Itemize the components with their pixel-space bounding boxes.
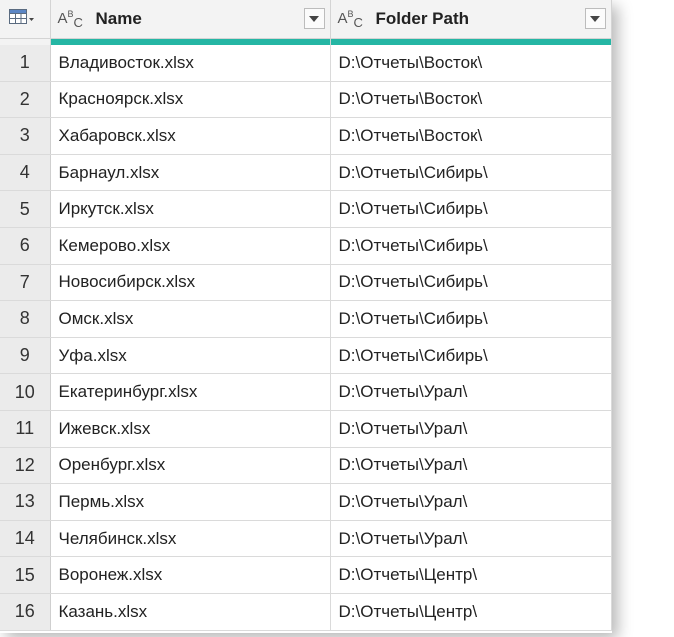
table-row[interactable]: 11 Ижевск.xlsx D:\Отчеты\Урал\ [0,410,612,448]
cell-folder-path[interactable]: D:\Отчеты\Урал\ [330,373,612,411]
query-preview-grid: ABC Name ABC Folder Path 1 Владивосток.x… [0,0,612,633]
table-row[interactable]: 9 Уфа.xlsx D:\Отчеты\Сибирь\ [0,337,612,375]
cell-name[interactable]: Новосибирск.xlsx [50,264,331,302]
cell-name[interactable]: Хабаровск.xlsx [50,117,331,155]
column-header-folder-path[interactable]: ABC Folder Path [330,0,612,39]
cell-folder-path[interactable]: D:\Отчеты\Сибирь\ [330,190,612,228]
cell-name[interactable]: Ижевск.xlsx [50,410,331,448]
cell-folder-path[interactable]: D:\Отчеты\Сибирь\ [330,227,612,265]
row-number[interactable]: 3 [0,117,51,155]
cell-folder-path[interactable]: D:\Отчеты\Урал\ [330,410,612,448]
row-number[interactable]: 9 [0,337,51,375]
row-number[interactable]: 7 [0,264,51,302]
column-filter-dropdown-name[interactable] [303,8,325,29]
cell-folder-path[interactable]: D:\Отчеты\Восток\ [330,81,612,119]
cell-folder-path[interactable]: D:\Отчеты\Урал\ [330,483,612,521]
table-row[interactable]: 3 Хабаровск.xlsx D:\Отчеты\Восток\ [0,117,612,155]
text-type-icon: ABC [57,8,83,30]
cell-name[interactable]: Воронеж.xlsx [50,556,331,594]
table-row[interactable]: 2 Красноярск.xlsx D:\Отчеты\Восток\ [0,81,612,119]
chevron-down-icon [309,15,319,22]
table-row[interactable]: 6 Кемерово.xlsx D:\Отчеты\Сибирь\ [0,227,612,265]
row-number[interactable]: 2 [0,81,51,119]
cell-name[interactable]: Пермь.xlsx [50,483,331,521]
table-row[interactable]: 5 Иркутск.xlsx D:\Отчеты\Сибирь\ [0,190,612,228]
column-label-name: Name [95,9,142,28]
table-row[interactable]: 16 Казань.xlsx D:\Отчеты\Центр\ [0,593,612,631]
cell-name[interactable]: Екатеринбург.xlsx [50,373,331,411]
cell-name[interactable]: Барнаул.xlsx [50,154,331,192]
table-row[interactable]: 12 Оренбург.xlsx D:\Отчеты\Урал\ [0,447,612,485]
cell-name[interactable]: Красноярск.xlsx [50,81,331,119]
cell-folder-path[interactable]: D:\Отчеты\Восток\ [330,45,612,82]
row-number[interactable]: 12 [0,447,51,485]
text-type-icon: ABC [337,8,363,30]
cell-folder-path[interactable]: D:\Отчеты\Центр\ [330,593,612,631]
row-number[interactable]: 15 [0,556,51,594]
row-number[interactable]: 1 [0,45,51,82]
row-number[interactable]: 13 [0,483,51,521]
table-row[interactable]: 14 Челябинск.xlsx D:\Отчеты\Урал\ [0,520,612,558]
cell-folder-path[interactable]: D:\Отчеты\Центр\ [330,556,612,594]
table-row[interactable]: 4 Барнаул.xlsx D:\Отчеты\Сибирь\ [0,154,612,192]
column-label-folder-path: Folder Path [375,9,470,28]
cell-name[interactable]: Казань.xlsx [50,593,331,631]
cell-folder-path[interactable]: D:\Отчеты\Урал\ [330,447,612,485]
cell-folder-path[interactable]: D:\Отчеты\Сибирь\ [330,337,612,375]
table-row[interactable]: 7 Новосибирск.xlsx D:\Отчеты\Сибирь\ [0,264,612,302]
cell-folder-path[interactable]: D:\Отчеты\Урал\ [330,520,612,558]
cell-name[interactable]: Владивосток.xlsx [50,45,331,82]
cell-name[interactable]: Уфа.xlsx [50,337,331,375]
table-menu-button[interactable] [0,0,51,39]
column-header-name[interactable]: ABC Name [50,0,331,39]
column-filter-dropdown-folder-path[interactable] [584,8,606,29]
cell-folder-path[interactable]: D:\Отчеты\Восток\ [330,117,612,155]
row-number[interactable]: 16 [0,593,51,631]
cell-name[interactable]: Оренбург.xlsx [50,447,331,485]
row-number[interactable]: 8 [0,300,51,338]
row-number[interactable]: 5 [0,190,51,228]
table-row[interactable]: 13 Пермь.xlsx D:\Отчеты\Урал\ [0,483,612,521]
cell-name[interactable]: Иркутск.xlsx [50,190,331,228]
row-number[interactable]: 10 [0,373,51,411]
chevron-down-icon [590,15,600,22]
cell-folder-path[interactable]: D:\Отчеты\Сибирь\ [330,264,612,302]
header-row: ABC Name ABC Folder Path [0,0,612,39]
table-row[interactable]: 10 Екатеринбург.xlsx D:\Отчеты\Урал\ [0,373,612,411]
cell-folder-path[interactable]: D:\Отчеты\Сибирь\ [330,300,612,338]
row-number[interactable]: 14 [0,520,51,558]
table-row[interactable]: 8 Омск.xlsx D:\Отчеты\Сибирь\ [0,300,612,338]
table-row[interactable]: 15 Воронеж.xlsx D:\Отчеты\Центр\ [0,556,612,594]
table-row[interactable]: 1 Владивосток.xlsx D:\Отчеты\Восток\ [0,45,612,82]
cell-name[interactable]: Омск.xlsx [50,300,331,338]
data-table: ABC Name ABC Folder Path 1 Владивосток.x… [0,0,612,631]
row-number[interactable]: 11 [0,410,51,448]
cell-folder-path[interactable]: D:\Отчеты\Сибирь\ [330,154,612,192]
cell-name[interactable]: Челябинск.xlsx [50,520,331,558]
table-icon [9,8,35,30]
cell-name[interactable]: Кемерово.xlsx [50,227,331,265]
row-number[interactable]: 4 [0,154,51,192]
row-number[interactable]: 6 [0,227,51,265]
